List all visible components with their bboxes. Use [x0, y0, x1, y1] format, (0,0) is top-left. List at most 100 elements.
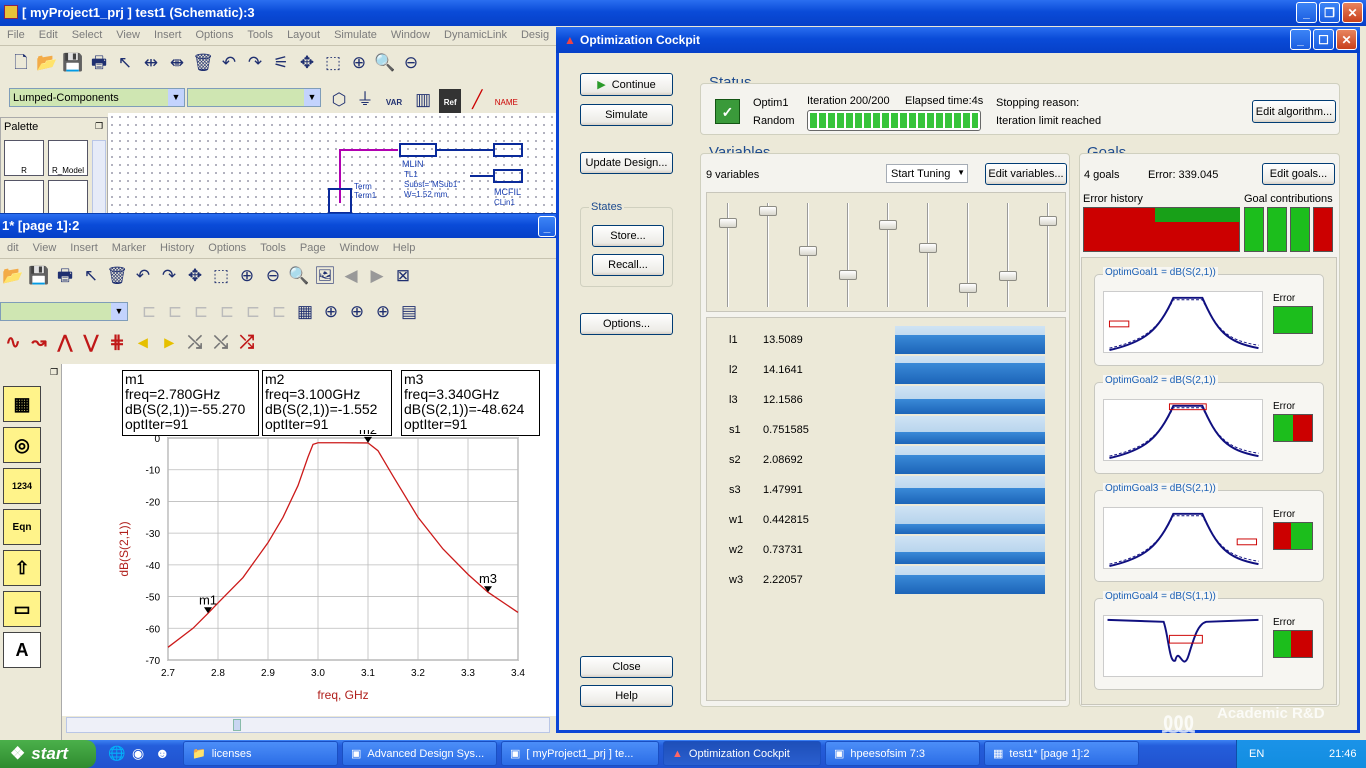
marker-tool-2-icon[interactable]: ⊏ [162, 299, 188, 325]
close-button[interactable]: Close [580, 656, 673, 678]
menu-options[interactable]: Options [201, 239, 253, 257]
delete-icon[interactable]: 🗑 [104, 263, 130, 289]
marker-readout-m1[interactable]: m1 freq=2.780GHz dB(S(2,1))=-55.270 optI… [122, 370, 259, 436]
quicklaunch-ie-icon[interactable]: 🌐 [108, 745, 125, 762]
grid-dots-icon[interactable]: ▦ [292, 299, 318, 325]
variable-range-bar[interactable] [895, 446, 1045, 474]
palette-item-r[interactable]: R [4, 140, 44, 176]
text-icon[interactable]: A [3, 632, 41, 668]
print-icon[interactable]: 🖶 [86, 52, 112, 78]
menu-select[interactable]: Select [65, 26, 110, 44]
menu-layout[interactable]: Layout [280, 26, 327, 44]
curve-5-icon[interactable]: ⋕ [104, 332, 130, 354]
marker-tool-5-icon[interactable]: ⊏ [240, 299, 266, 325]
curve-7-icon[interactable]: ⤯ [208, 332, 234, 354]
equation-icon[interactable]: Eqn [3, 509, 41, 545]
slider-thumb-w1[interactable] [959, 283, 977, 293]
menu-tools[interactable]: Tools [253, 239, 293, 257]
ref-icon[interactable]: Ref [439, 89, 462, 115]
var-icon[interactable]: VAR [381, 89, 407, 115]
curve-2-icon[interactable]: ↝ [26, 332, 52, 354]
menu-view[interactable]: View [109, 26, 147, 44]
zoom-c-icon[interactable]: ⊕ [370, 299, 396, 325]
menu-view[interactable]: View [26, 239, 64, 257]
redo-icon[interactable]: ↷ [156, 263, 182, 289]
redo-icon[interactable]: ↷ [242, 50, 268, 76]
save-icon[interactable]: 💾 [26, 263, 52, 289]
goal-card-4[interactable]: OptimGoal4 = dB(S(1,1)) Error [1094, 591, 1324, 690]
flag-1-icon[interactable]: ◂ [130, 332, 156, 354]
menu-help[interactable]: Help [386, 239, 423, 257]
list-icon[interactable]: 1234 [3, 468, 41, 504]
move-icon[interactable]: ✥ [182, 263, 208, 289]
slider-thumb-s2[interactable] [879, 220, 897, 230]
menu-dit[interactable]: dit [0, 239, 26, 257]
flag-2-icon[interactable]: ▸ [156, 332, 182, 354]
arrow-icon[interactable]: ⇧ [3, 550, 41, 586]
undo-icon[interactable]: ↶ [130, 263, 156, 289]
zoom-minus-icon[interactable]: ⊖ [398, 50, 424, 76]
open-icon[interactable]: 📂 [0, 263, 26, 289]
edit-algorithm-button[interactable]: Edit algorithm... [1252, 100, 1336, 123]
schematic-canvas[interactable]: MLIN TL1 Subst="MSub1" W=1.52 mm Term Te… [108, 113, 556, 217]
taskbar-item-hpeesofsim[interactable]: ▣ hpeesofsim 7:3 [825, 741, 980, 766]
slider-thumb-w2[interactable] [999, 271, 1017, 281]
delete-icon[interactable]: 🗑 [190, 50, 216, 76]
curve-8-icon[interactable]: ⤮ [234, 332, 260, 354]
zoom-area-icon[interactable]: ⬚ [208, 263, 234, 289]
cockpit-minimize-button[interactable]: _ [1290, 29, 1311, 50]
taskbar-item-schematic[interactable]: ▣[ myProject1_prj ] te... [501, 741, 659, 766]
table-icon[interactable]: ▦ [3, 386, 41, 422]
menu-history[interactable]: History [153, 239, 201, 257]
palette-item-inductor-model[interactable] [48, 180, 88, 216]
zoom-in-icon[interactable]: ⊕ [346, 50, 372, 76]
palette-item-inductor[interactable] [4, 180, 44, 216]
menu-dynamiclink[interactable]: DynamicLink [437, 26, 514, 44]
print-icon[interactable]: 🖶 [52, 265, 78, 291]
chart-icon[interactable]: ▥ [410, 87, 436, 113]
quicklaunch-msn-icon[interactable]: ☻ [155, 745, 170, 761]
menu-options[interactable]: Options [188, 26, 240, 44]
menu-desig[interactable]: Desig [514, 26, 556, 44]
name-icon[interactable]: NAME [493, 89, 519, 115]
taskbar-item-ads[interactable]: ▣ Advanced Design Sys... [342, 741, 497, 766]
slider-thumb-s3[interactable] [919, 243, 937, 253]
edit-variables-button[interactable]: Edit variables... [985, 163, 1067, 185]
marker-tool-4-icon[interactable]: ⊏ [214, 299, 240, 325]
marker-tool-3-icon[interactable]: ⊏ [188, 299, 214, 325]
page-next-icon[interactable]: ▶ [364, 263, 390, 289]
open-icon[interactable]: 📂 [34, 50, 60, 76]
slider-thumb-w3[interactable] [1039, 216, 1057, 226]
save-icon[interactable]: 💾 [60, 50, 86, 76]
curve-6-icon[interactable]: ⤯ [182, 332, 208, 354]
dock-icon[interactable]: ❐ [95, 121, 103, 132]
menu-window[interactable]: Window [333, 239, 386, 257]
align2-icon[interactable]: ⇼ [164, 50, 190, 76]
recall-button[interactable]: Recall... [592, 254, 664, 276]
smith-chart-icon[interactable]: ◎ [3, 427, 41, 463]
pointer-icon[interactable]: ↖ [112, 50, 138, 76]
marker-readout-m2[interactable]: m2 freq=3.100GHz dB(S(2,1))=-1.552 optIt… [262, 370, 392, 436]
variable-range-bar[interactable] [895, 566, 1045, 594]
port-icon[interactable]: ⬡ [326, 87, 352, 113]
minimize-button[interactable]: _ [1296, 2, 1317, 23]
menu-file[interactable]: File [0, 26, 32, 44]
menu-simulate[interactable]: Simulate [327, 26, 384, 44]
marker-tool-1-icon[interactable]: ⊏ [136, 299, 162, 325]
start-tuning-select[interactable]: Start Tuning ▼ [886, 164, 968, 183]
quicklaunch-media-icon[interactable]: ◉ [132, 745, 144, 762]
menu-page[interactable]: Page [293, 239, 333, 257]
ground-icon[interactable]: ⏚ [352, 84, 378, 110]
menu-tools[interactable]: Tools [240, 26, 280, 44]
start-button[interactable]: ❖ start [0, 740, 96, 768]
pointer-icon[interactable]: ↖ [78, 263, 104, 289]
cockpit-maximize-button[interactable]: ☐ [1313, 29, 1334, 50]
export-icon[interactable]: ▤ [396, 299, 422, 325]
variable-range-bar[interactable] [895, 506, 1045, 534]
zoom-b-icon[interactable]: ⊕ [344, 299, 370, 325]
help-button[interactable]: Help [580, 685, 673, 707]
store-button[interactable]: Store... [592, 225, 664, 247]
close-button[interactable]: ✕ [1342, 2, 1363, 23]
undo-icon[interactable]: ↶ [216, 50, 242, 76]
trace-select[interactable]: ▼ [0, 302, 128, 321]
